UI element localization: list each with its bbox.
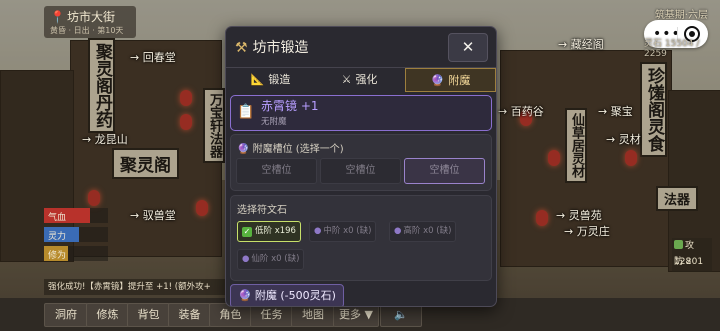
- exit-lingcai[interactable]: → 灵材: [606, 131, 641, 147]
- attribute-box: 攻 128 防 201: [672, 238, 712, 272]
- crystal-ball-icon: 🔮: [430, 74, 445, 87]
- crystal-ball-icon: 🔮: [238, 289, 252, 302]
- rune-high[interactable]: ● 高阶 x0 (缺): [389, 221, 457, 242]
- exit-baiyaogu[interactable]: → 百药谷: [498, 103, 544, 119]
- exit-huichuntang[interactable]: → 回春堂: [130, 49, 176, 65]
- stat-hp: 气血: [44, 208, 108, 223]
- check-icon: [674, 240, 683, 249]
- gem-icon: ●: [394, 226, 402, 236]
- tab-strengthen[interactable]: ⚔ 强化: [315, 68, 404, 92]
- item-name: 赤霄镜 +1: [261, 99, 319, 113]
- swords-icon: ⚔: [341, 73, 352, 86]
- location-time: 黄昏 · 日出 · 第10天: [50, 26, 124, 35]
- rune-low[interactable]: ✓ 低阶 x196: [237, 221, 301, 242]
- stat-label: 灵力: [48, 232, 67, 242]
- runes-title: 选择符文石: [237, 205, 287, 216]
- check-icon: ✓: [242, 227, 252, 237]
- exit-yushoutang[interactable]: → 驭兽堂: [130, 207, 176, 223]
- selected-item-card[interactable]: 📋 赤霄镜 +1 无附魔: [230, 95, 492, 131]
- battle-log: 强化成功!【赤霄镜】提升至 +1! (额外攻+: [44, 279, 236, 295]
- nav-dongfu[interactable]: 洞府: [44, 303, 88, 327]
- enchant-slots-section: 🔮 附魔槽位 (选择一个) 空槽位 空槽位 空槽位: [230, 134, 492, 191]
- modal-title: 坊市锻造: [252, 40, 309, 56]
- exit-cangjingge[interactable]: → 藏经阁: [558, 36, 604, 52]
- nav-zhuangbei[interactable]: 装备: [168, 303, 211, 327]
- rune-immortal[interactable]: ● 仙阶 x0 (缺): [237, 249, 305, 270]
- nav-xiulian[interactable]: 修炼: [86, 303, 129, 327]
- stat-label: 气血: [48, 213, 67, 223]
- modal-tabs: 📐 锻造 ⚔ 强化 🔮 附魔: [226, 67, 496, 92]
- hammer-icon: ⚒: [235, 40, 248, 56]
- ruler-icon: 📐: [250, 73, 265, 86]
- enchant-slot[interactable]: 空槽位: [320, 158, 401, 184]
- defense-value: 防 201: [674, 257, 704, 267]
- item-enchant-status: 无附魔: [261, 117, 287, 127]
- gem-icon: ●: [242, 254, 250, 264]
- exit-longkunshan[interactable]: → 龙昆山: [82, 131, 128, 147]
- resource-label: 灵石 15504 / 2259: [644, 39, 700, 59]
- stat-label: 修为: [48, 251, 67, 261]
- exit-lingshouyuan[interactable]: → 灵兽苑: [556, 207, 602, 223]
- gem-icon: ●: [314, 226, 322, 236]
- realm-label: 筑基期·六层: [654, 10, 708, 21]
- location-panel: 📍 坊市大街 黄昏 · 日出 · 第10天: [44, 6, 136, 38]
- stats-panel: 气血 灵力 修为: [44, 208, 108, 265]
- exit-wanlingzhuang[interactable]: → 万灵庄: [564, 223, 610, 239]
- enchant-slot-selected[interactable]: 空槽位: [404, 158, 485, 184]
- exit-jubao[interactable]: → 聚宝: [598, 103, 633, 119]
- location-name: 坊市大街: [66, 10, 115, 24]
- stat-cultivation: 修为: [44, 246, 108, 261]
- location-pin-icon: 📍: [50, 10, 65, 24]
- enchant-button[interactable]: 🔮 附魔 (-500灵石): [230, 284, 344, 306]
- forge-modal: ⚒ 坊市锻造 ✕ 📐 锻造 ⚔ 强化 🔮 附魔 📋 赤霄镜 +1 无附魔 🔮 附魔槽位 …: [225, 26, 497, 307]
- rune-select-section: 选择符文石 ✓ 低阶 x196 ● 中阶 x0 (缺) ● 高阶 x0 (缺) ● 仙阶…: [230, 195, 492, 281]
- tab-enchant[interactable]: 🔮 附魔: [405, 68, 496, 92]
- stat-mp: 灵力: [44, 227, 108, 242]
- enchant-slot[interactable]: 空槽位: [236, 158, 317, 184]
- tab-forge[interactable]: 📐 锻造: [226, 68, 315, 92]
- clipboard-icon: 📋: [237, 104, 255, 120]
- nav-beibao[interactable]: 背包: [127, 303, 170, 327]
- mini-program-area: 筑基期·六层 ••• 灵石 15504 / 2259: [644, 6, 716, 59]
- close-button[interactable]: ✕: [448, 33, 488, 62]
- slots-title: 🔮 附魔槽位 (选择一个): [237, 144, 344, 155]
- rune-mid[interactable]: ● 中阶 x0 (缺): [309, 221, 377, 242]
